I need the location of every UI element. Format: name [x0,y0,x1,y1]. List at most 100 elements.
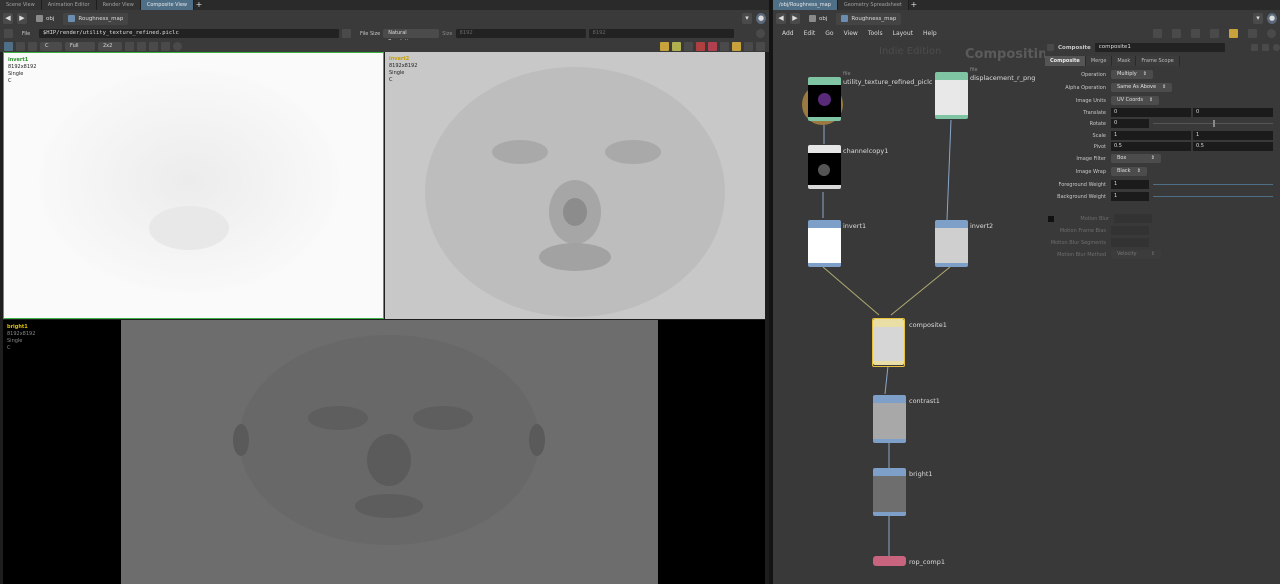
layout-dropdown[interactable]: 2x2 [98,41,122,51]
node-utility-texture-file[interactable] [808,77,841,125]
back-arrow-icon[interactable]: ◀ [776,13,786,24]
menu-icon[interactable] [4,29,13,38]
menu-layout[interactable]: Layout [893,30,913,37]
zoom-out-icon[interactable] [137,41,146,51]
scale-x-field[interactable]: 1 [1111,131,1191,140]
add-tab-button[interactable]: + [194,0,204,10]
info-icon[interactable] [173,41,182,51]
pivot-y-field[interactable]: 0.5 [1193,142,1273,151]
tab-scene-view[interactable]: Scene View [0,0,42,10]
add-tab-button-right[interactable]: + [909,0,919,10]
node-contrast1[interactable] [873,395,906,443]
param-help-icon[interactable] [1273,44,1280,51]
compare-icon[interactable] [672,41,681,51]
viewport-invert2[interactable]: invert2 8192x8192 Single C [385,52,765,319]
wrench-icon[interactable] [1153,29,1162,38]
back-arrow-icon[interactable]: ◀ [3,13,13,24]
magnet-icon[interactable] [708,41,717,51]
node-invert2[interactable] [935,220,968,267]
node-displacement-file[interactable] [935,72,968,119]
notes-icon[interactable] [1229,29,1238,38]
tab-composite[interactable]: Composite [1045,56,1086,66]
resolution-dropdown[interactable]: Full [65,41,95,51]
node-rop-comp1[interactable] [873,556,906,566]
split-icon[interactable] [684,41,693,51]
scale-y-field[interactable]: 1 [1193,131,1273,140]
snapshot-icon[interactable] [660,41,669,51]
breadcrumb-node[interactable]: Roughness_map [836,12,902,25]
help-icon[interactable] [756,29,765,38]
translate-x-field[interactable]: 0 [1111,108,1191,117]
tab-mask[interactable]: Mask [1112,56,1137,66]
alpha-operation-dropdown[interactable]: Same As Above ⇕ [1111,83,1173,92]
help-book-icon[interactable] [1262,44,1269,51]
tab-render-view[interactable]: Render View [96,0,141,10]
viewport-bright1[interactable]: bright1 8192x8192 Single C [3,320,765,584]
rotate-slider[interactable] [1153,120,1273,127]
translate-y-field[interactable]: 0 [1193,108,1273,117]
bg-weight-field[interactable]: 1 [1111,192,1149,201]
gear-icon[interactable] [1047,44,1054,51]
breadcrumb-node[interactable]: Roughness_map [63,12,129,25]
home-icon[interactable] [149,41,158,51]
gear-options-icon[interactable] [1251,44,1258,51]
plane-dropdown[interactable]: C [40,41,62,51]
path-dropdown-icon[interactable]: ▾ [1253,13,1263,24]
node-bright1[interactable] [873,468,906,516]
operation-dropdown[interactable]: Multiply ⇕ [1111,70,1153,79]
frame-icon[interactable] [161,41,170,51]
node-name-field[interactable]: composite1 [1094,43,1225,52]
pin-icon[interactable]: ● [1267,13,1277,24]
zoom-in-icon[interactable] [125,41,134,51]
select-tool-icon[interactable] [4,41,13,51]
tab-frame-scope[interactable]: Frame Scope [1136,56,1180,66]
tree-view-icon[interactable] [1248,29,1257,38]
single-view-icon[interactable] [756,41,765,51]
menu-edit[interactable]: Edit [804,30,816,37]
path-dropdown-icon[interactable]: ▾ [742,13,752,24]
pivot-x-field[interactable]: 0.5 [1111,142,1191,151]
image-units-dropdown[interactable]: UV Coords ⇕ [1111,96,1160,105]
file-browse-icon[interactable] [342,29,351,38]
menu-view[interactable]: View [844,30,858,37]
tab-geometry-spreadsheet[interactable]: Geometry Spreadsheet [837,0,909,10]
dropdown-value: Same As Above [1117,84,1157,90]
image-wrap-dropdown[interactable]: Black ⇕ [1111,167,1147,176]
node-invert1[interactable] [808,220,841,267]
rotate-field[interactable]: 0 [1111,119,1149,128]
file-size-dropdown[interactable]: Natural Resolution [383,29,440,45]
tab-animation-editor[interactable]: Animation Editor [41,0,97,10]
record-icon[interactable] [696,41,705,51]
breadcrumb-obj[interactable]: obj [31,13,59,25]
snap-icon[interactable] [1172,29,1181,38]
layout-grid-icon[interactable] [744,41,753,51]
fg-weight-slider[interactable] [1153,184,1273,185]
menu-go[interactable]: Go [825,30,833,37]
help-icon[interactable] [1267,29,1276,38]
menu-add[interactable]: Add [782,30,794,37]
node-channelcopy1[interactable] [808,145,841,193]
node-composite1[interactable] [872,318,905,367]
image-filter-dropdown[interactable]: Box ⇕ [1111,154,1161,163]
list-view-icon[interactable] [1210,29,1219,38]
grid-icon[interactable] [732,41,741,51]
size-x-field[interactable]: 8192 [455,29,586,38]
tab-composite-view[interactable]: Composite View [140,0,194,10]
fg-weight-field[interactable]: 1 [1111,180,1149,189]
bg-weight-slider[interactable] [1153,196,1273,197]
menu-tools[interactable]: Tools [868,30,883,37]
viewport-invert1[interactable]: invert1 8192x8192 Single C [3,52,384,319]
pin-icon[interactable]: ● [756,13,766,24]
display-tool-icon[interactable] [28,41,37,51]
file-path-field[interactable]: $HIP/render/utility_texture_refined.picl… [39,29,339,38]
tab-network-editor[interactable]: /obj/Roughness_map [773,0,838,10]
view-tool-icon[interactable] [16,41,25,51]
forward-arrow-icon[interactable]: ▶ [17,13,27,24]
size-y-field[interactable]: 8192 [588,29,734,38]
tab-merge[interactable]: Merge [1085,56,1113,66]
display-options-icon[interactable] [1191,29,1200,38]
link-icon[interactable] [720,41,729,51]
menu-help[interactable]: Help [923,30,937,37]
breadcrumb-obj[interactable]: obj [804,13,832,25]
forward-arrow-icon[interactable]: ▶ [790,13,800,24]
